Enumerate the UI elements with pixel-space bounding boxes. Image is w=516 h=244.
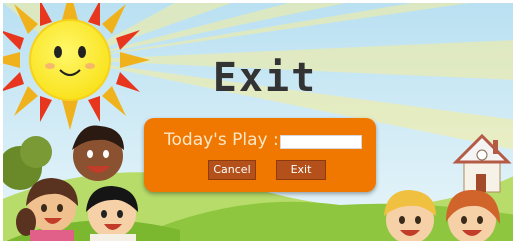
todays-play-input[interactable]	[280, 135, 362, 149]
page-title: Exit	[212, 55, 318, 101]
cancel-button[interactable]: Cancel	[208, 160, 256, 180]
exit-screen: Exit Today's Play : Cancel Exit	[0, 0, 516, 244]
exit-dialog: Today's Play : Cancel Exit	[144, 118, 376, 192]
todays-play-label: Today's Play :	[164, 130, 279, 150]
exit-button[interactable]: Exit	[276, 160, 326, 180]
